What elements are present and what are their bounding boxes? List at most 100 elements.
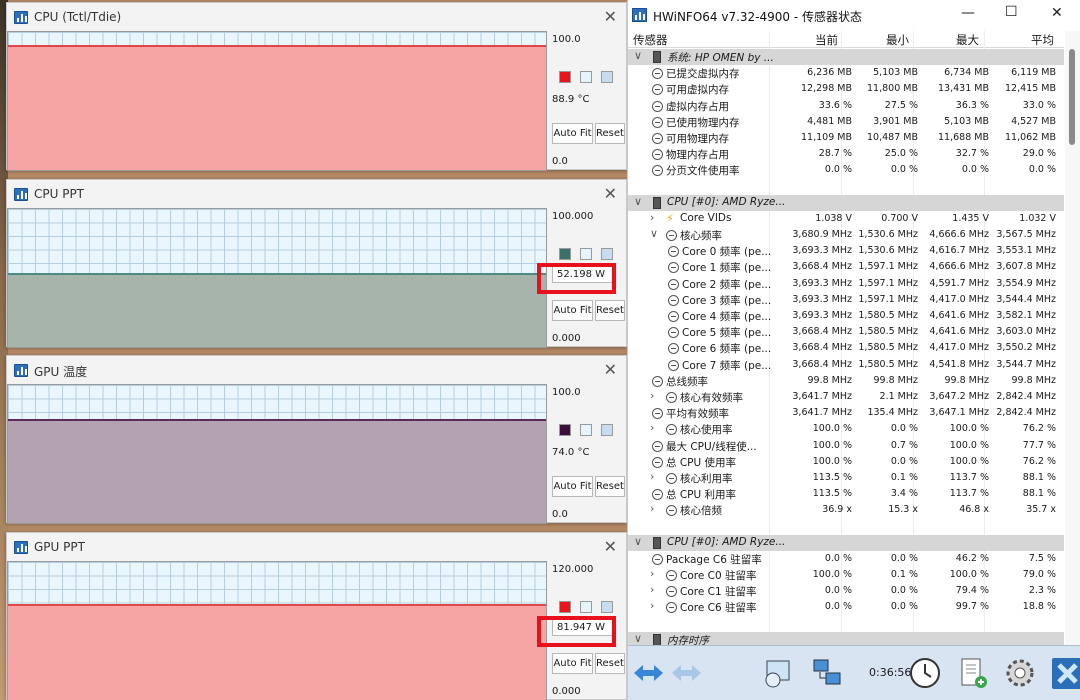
nav-lr-icon[interactable] [631, 656, 666, 691]
fill-color-swatch[interactable] [580, 71, 592, 83]
expand-chevron-icon[interactable]: › [650, 470, 654, 483]
fill-color-swatch[interactable] [580, 248, 592, 260]
expand-chevron-icon[interactable]: › [650, 421, 654, 434]
sensor-row[interactable]: › Core C0 驻留率 100.0 % 0.1 % 100.0 % 79.0 % [628, 567, 1064, 583]
scrollbar-thumb[interactable] [1069, 49, 1075, 145]
bg-color-swatch[interactable] [601, 248, 613, 260]
line-color-swatch[interactable] [559, 601, 571, 613]
reset-button[interactable]: Reset [595, 300, 625, 321]
highlight-box [537, 616, 616, 647]
sensor-row[interactable]: 最大 CPU/线程使... 100.0 % 0.7 % 100.0 % 77.7 % [628, 438, 1064, 454]
summary-icon[interactable] [761, 656, 796, 691]
maximize-button[interactable]: ☐ [1005, 4, 1018, 20]
close-window-button[interactable]: ✕ [1051, 5, 1063, 21]
sensor-row[interactable]: 可用物理内存 11,109 MB 10,487 MB 11,688 MB 11,062 … [628, 130, 1064, 146]
reset-button[interactable]: Reset [595, 653, 625, 674]
expand-chevron-icon[interactable]: › [650, 599, 654, 612]
sensor-row[interactable]: 总线频率 99.8 MHz 99.8 MHz 99.8 MHz 99.8 MHz [628, 373, 1064, 389]
sensor-row[interactable]: 可用虚拟内存 12,298 MB 11,800 MB 13,431 MB 12,415 … [628, 81, 1064, 97]
sensor-row[interactable]: ∨ 核心频率 3,680.9 MHz 1,530.6 MHz 4,666.6 MHz 3,… [628, 227, 1064, 243]
auto-fit-button[interactable]: Auto Fit [552, 300, 593, 321]
sensor-name: 分页文件使用率 [666, 165, 740, 178]
sensor-row[interactable]: Core 5 频率 (pe... 3,668.4 MHz 1,580.5 MHz 4,… [628, 324, 1064, 340]
fill-color-swatch[interactable] [580, 424, 592, 436]
expand-chevron-icon[interactable]: › [650, 502, 654, 515]
hwinfo-titlebar[interactable]: HWiNFO64 v7.32-4900 - 传感器状态 — ☐ ✕ [628, 0, 1080, 31]
sensor-row[interactable]: 总 CPU 利用率 113.5 % 3.4 % 113.7 % 88.1 % [628, 486, 1064, 502]
sensor-row[interactable]: Core 2 频率 (pe... 3,693.3 MHz 1,597.1 MHz 4,… [628, 276, 1064, 292]
sensor-list[interactable]: ∨ 系统: HP OMEN by ... 已提交虚拟内存 6,236 MB 5,103 … [628, 49, 1064, 645]
sensor-row[interactable]: Core 7 频率 (pe... 3,668.4 MHz 1,580.5 MHz 4,… [628, 357, 1064, 373]
column-min[interactable]: 最小 [886, 32, 909, 48]
sensor-row[interactable]: Core 1 频率 (pe... 3,668.4 MHz 1,597.1 MHz 4,… [628, 259, 1064, 275]
sensor-group-row[interactable]: ∨ 系统: HP OMEN by ... [628, 49, 1064, 66]
expand-chevron-icon[interactable]: ∨ [634, 535, 642, 548]
vertical-scrollbar[interactable] [1065, 31, 1080, 645]
expand-chevron-icon[interactable]: ∨ [634, 49, 642, 62]
sensor-group-row[interactable]: ∨ CPU [#0]: AMD Ryze... [628, 534, 1064, 551]
expand-chevron-icon[interactable]: ∨ [650, 227, 658, 240]
graph-titlebar[interactable]: CPU (Tctl/Tdie) ✕ [7, 3, 626, 31]
column-sensor[interactable]: 传感器 [633, 32, 668, 48]
line-color-swatch[interactable] [559, 71, 571, 83]
fill-color-swatch[interactable] [580, 601, 592, 613]
column-current[interactable]: 当前 [815, 32, 838, 48]
bg-color-swatch[interactable] [601, 71, 613, 83]
sensor-row[interactable]: › 核心倍频 36.9 x 15.3 x 46.8 x 35.7 x [628, 502, 1064, 518]
sensor-row[interactable]: Core 4 频率 (pe... 3,693.3 MHz 1,580.5 MHz 4,… [628, 308, 1064, 324]
expand-chevron-icon[interactable]: › [650, 567, 654, 580]
sensor-name: 物理内存占用 [666, 149, 729, 162]
bg-color-swatch[interactable] [601, 424, 613, 436]
sensor-row[interactable]: Core 6 频率 (pe... 3,668.4 MHz 1,580.5 MHz 4,… [628, 340, 1064, 356]
auto-fit-button[interactable]: Auto Fit [552, 123, 593, 144]
sensor-row[interactable]: 总 CPU 使用率 100.0 % 0.0 % 100.0 % 76.2 % [628, 454, 1064, 470]
expand-chevron-icon[interactable]: › [650, 211, 654, 224]
minimize-button[interactable]: — [961, 5, 975, 21]
close-icon[interactable]: ✕ [604, 184, 617, 203]
sensor-row[interactable]: › Core C1 驻留率 0.0 % 0.0 % 79.4 % 2.3 % [628, 583, 1064, 599]
sensor-row[interactable]: 已提交虚拟内存 6,236 MB 5,103 MB 6,734 MB 6,119 MB [628, 65, 1064, 81]
sensor-group-row[interactable]: ∨ 内存时序 [628, 631, 1064, 645]
sensor-group-row[interactable]: ∨ CPU [#0]: AMD Ryze... [628, 194, 1064, 211]
settings-icon[interactable] [1003, 656, 1038, 691]
report-icon[interactable] [956, 656, 991, 691]
close-icon[interactable]: ✕ [604, 537, 617, 556]
column-max[interactable]: 最大 [956, 32, 979, 48]
column-average[interactable]: 平均 [1031, 32, 1054, 48]
sensor-row[interactable]: 已使用物理内存 4,481 MB 3,901 MB 5,103 MB 4,527 MB [628, 114, 1064, 130]
sensor-row[interactable]: › 核心使用率 100.0 % 0.0 % 100.0 % 76.2 % [628, 421, 1064, 437]
sensor-row[interactable]: 平均有效频率 3,641.7 MHz 135.4 MHz 3,647.1 MHz 2,8… [628, 405, 1064, 421]
close-icon[interactable]: ✕ [604, 7, 617, 26]
expand-chevron-icon[interactable]: ∨ [634, 195, 642, 208]
graph-titlebar[interactable]: GPU PPT ✕ [7, 533, 626, 561]
sensor-row[interactable]: Package C6 驻留率 0.0 % 0.0 % 46.2 % 7.5 % [628, 551, 1064, 567]
line-color-swatch[interactable] [559, 248, 571, 260]
sensor-row[interactable]: 虚拟内存占用 33.6 % 27.5 % 36.3 % 33.0 % [628, 98, 1064, 114]
reset-button[interactable]: Reset [595, 476, 625, 497]
reset-button[interactable]: Reset [595, 123, 625, 144]
sensor-row[interactable]: › Core C6 驻留率 0.0 % 0.0 % 99.7 % 18.8 % [628, 599, 1064, 615]
expand-chevron-icon[interactable]: ∨ [634, 632, 642, 645]
graph-titlebar[interactable]: CPU PPT ✕ [7, 180, 626, 208]
clock-icon[interactable] [908, 656, 943, 691]
line-color-swatch[interactable] [559, 424, 571, 436]
close-app-icon[interactable] [1050, 656, 1080, 691]
sensor-row[interactable]: › 核心有效频率 3,641.7 MHz 2.1 MHz 3,647.2 MHz 2,84… [628, 389, 1064, 405]
auto-fit-button[interactable]: Auto Fit [552, 653, 593, 674]
sensor-row[interactable]: 物理内存占用 28.7 % 25.0 % 32.7 % 29.0 % [628, 146, 1064, 162]
sensor-row[interactable]: › 核心利用率 113.5 % 0.1 % 113.7 % 88.1 % [628, 470, 1064, 486]
expand-chevron-icon[interactable]: › [650, 583, 654, 596]
auto-fit-button[interactable]: Auto Fit [552, 476, 593, 497]
bg-color-swatch[interactable] [601, 601, 613, 613]
expand-chevron-icon[interactable]: › [650, 389, 654, 402]
sensor-value-current: 113.5 % [812, 488, 852, 500]
close-icon[interactable]: ✕ [604, 360, 617, 379]
sensor-value-max: 6,734 MB [944, 67, 989, 79]
sensor-row[interactable]: Core 3 频率 (pe... 3,693.3 MHz 1,597.1 MHz 4,… [628, 292, 1064, 308]
sensor-row[interactable]: 分页文件使用率 0.0 % 0.0 % 0.0 % 0.0 % [628, 162, 1064, 178]
sensor-value-max: 46.2 % [955, 552, 989, 564]
graph-titlebar[interactable]: GPU 温度 ✕ [7, 356, 626, 384]
network-icon[interactable] [810, 656, 845, 691]
sensor-row[interactable]: Core 0 频率 (pe... 3,693.3 MHz 1,530.6 MHz 4,… [628, 243, 1064, 259]
sensor-row[interactable]: › ⚡ Core VIDs 1.038 V 0.700 V 1.435 V 1.032 V [628, 211, 1064, 227]
